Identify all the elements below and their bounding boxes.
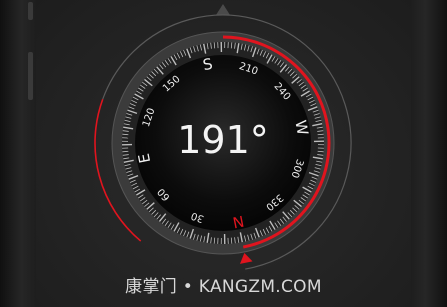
tick-mark [230, 237, 233, 244]
north-pointer-icon [239, 252, 253, 264]
tick-mark [122, 150, 129, 153]
tick-mark [213, 42, 216, 49]
tick-mark [213, 237, 216, 244]
tick-mark [317, 133, 324, 136]
watermark: 康掌门 • KANGZM.COM [125, 277, 322, 297]
tick-mark [230, 42, 233, 49]
heading-readout: 191° [177, 118, 269, 162]
tick-mark [122, 133, 129, 136]
tick-mark [317, 150, 324, 153]
top-marker-icon [216, 4, 230, 15]
